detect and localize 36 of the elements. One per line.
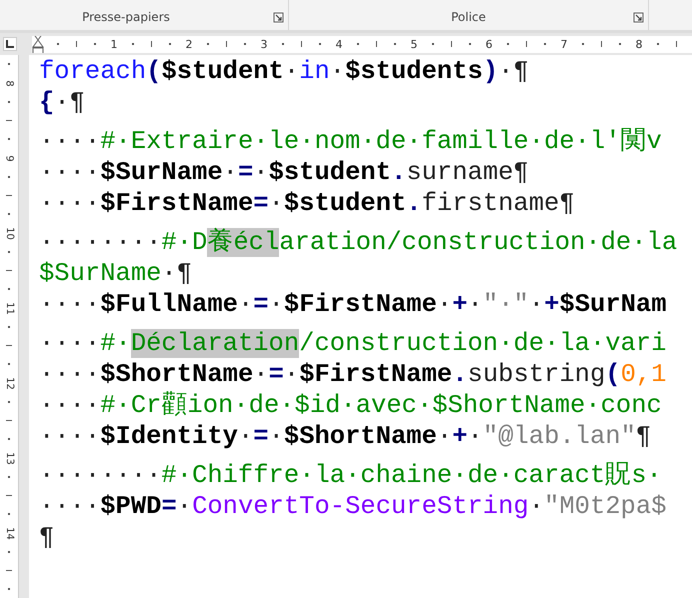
- code-line: ········#·D養éclaration/construction·de·la: [39, 227, 678, 258]
- ruler-number: 8: [636, 38, 643, 50]
- code-line: ····$PWD=·ConvertTo-SecureString·"M0t2pa$: [39, 491, 668, 522]
- ruler-number: 14: [4, 526, 14, 540]
- ruler-number: 1: [110, 38, 118, 50]
- code-line: ····$SurName·=·$student.surname¶: [39, 157, 530, 188]
- ruler-number: 5: [410, 38, 418, 50]
- code-line: ····#·Extraire·le·nom·de·famille·de·l'闃v: [39, 126, 663, 157]
- ribbon-group-label: Police: [451, 9, 486, 24]
- ruler-number: 12: [4, 376, 14, 390]
- code-line: ····$Identity·=·$ShortName·+·"@lab.lan"¶: [39, 421, 652, 452]
- code-line: $SurName·¶: [39, 258, 194, 289]
- ruler-number: 4: [336, 38, 343, 50]
- tab-stop-icon[interactable]: [3, 37, 17, 51]
- dialog-launcher-icon[interactable]: [633, 12, 644, 23]
- ruler-number: 11: [4, 302, 14, 314]
- ruler-number: 9: [4, 154, 14, 162]
- indent-marker-icon[interactable]: [32, 36, 44, 52]
- ruler-number: 8: [4, 80, 14, 86]
- code-line: ····$ShortName·=·$FirstName.substring(0,1: [39, 359, 668, 390]
- ribbon-group-label: Presse-papiers: [82, 9, 170, 24]
- code-line: ····#·Déclaration/construction·de·la·vari: [39, 328, 668, 359]
- ruler-number: 7: [560, 38, 568, 50]
- code-line: ····$FullName·=·$FirstName·+·"·"·+$SurNam: [39, 289, 668, 320]
- code-line: {·¶: [39, 87, 86, 118]
- code-line: ········#·Chiffre·la·chaine·de·caract貺s·: [39, 460, 663, 491]
- ruler-number: 13: [4, 452, 14, 464]
- ruler-number: 10: [4, 226, 14, 240]
- ruler-number: 6: [486, 38, 493, 50]
- code-line: ····#·Cr顴ion·de·$id·avec·$ShortName·conc: [39, 390, 663, 421]
- dialog-launcher-icon[interactable]: [273, 12, 284, 23]
- ruler-number: 3: [260, 38, 268, 50]
- code-line: ····$FirstName=·$student.firstname¶: [39, 188, 576, 219]
- ruler-number: 2: [186, 38, 193, 50]
- code-line: foreach($student·in·$students)·¶: [39, 56, 530, 87]
- code-line: ¶: [39, 522, 56, 553]
